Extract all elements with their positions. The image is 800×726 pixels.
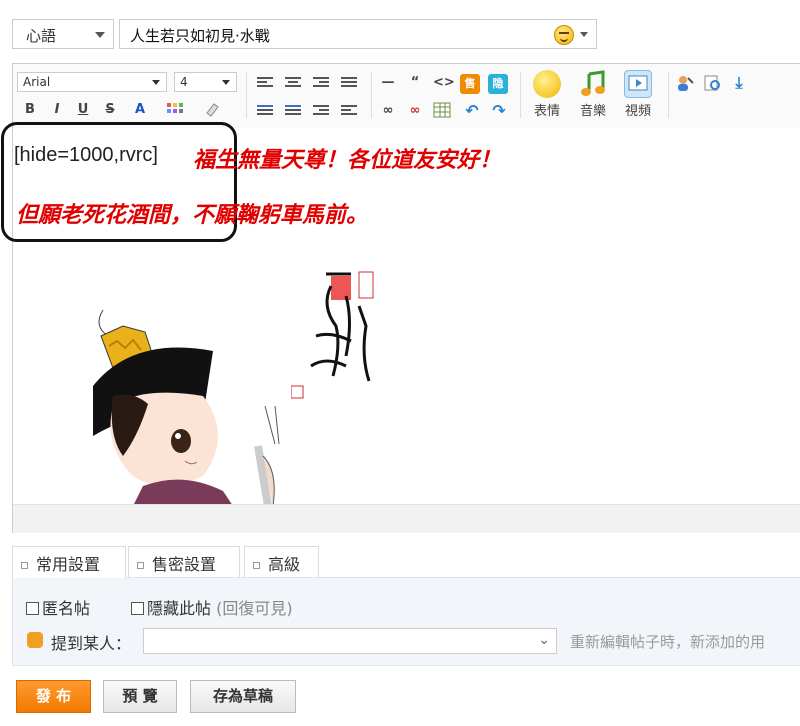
music-button[interactable]: 音樂 [573,70,613,119]
table-icon[interactable] [433,102,451,120]
category-select-label: 心語 [26,27,57,45]
editor-content[interactable]: [hide=1000,rvrc] 福生無量天尊！各位道友安好！ 但願老死花酒間，… [1,122,800,506]
tab-dot-icon [21,562,28,569]
category-select[interactable]: 心語 [12,19,114,49]
font-color-button[interactable]: A [131,101,149,119]
tab-dot-icon [253,562,260,569]
greeting-line: 福生無量天尊！各位道友安好！ [193,148,502,173]
ordered-list-icon[interactable] [257,105,273,119]
chevron-down-icon [152,80,160,85]
calligraphy-image [291,271,374,399]
smiley-icon[interactable] [554,25,574,45]
quote-icon[interactable]: “ [406,74,424,92]
mention-label: 提到某人： [51,634,132,653]
anonymous-label: 匿名帖 [42,599,91,618]
emoticon-label: 表情 [533,104,560,119]
tab-sell-settings[interactable]: 售密設置 [128,546,240,577]
anonymous-checkbox[interactable]: 匿名帖 [26,595,90,619]
horizontal-rule-icon[interactable]: — [379,74,397,92]
mention-input[interactable]: ⌄ [143,628,557,654]
checkbox-box[interactable] [26,602,39,615]
unlink-icon[interactable]: ∞ [406,102,424,120]
align-justify-icon[interactable] [341,77,357,91]
poem-line: 但願老死花酒間，不願鞠躬車馬前。 [16,203,369,228]
hide-icon[interactable]: 隐 [488,74,508,94]
download-icon[interactable]: ⤓ [730,74,748,92]
link-icon[interactable]: ∞ [379,102,397,120]
checkbox-box[interactable] [131,602,144,615]
strikethrough-button[interactable]: S [101,101,119,119]
users-icon[interactable] [676,74,694,92]
music-label: 音樂 [579,104,606,119]
font-size-select[interactable]: 4 [174,72,237,92]
chevron-down-icon [222,80,230,85]
chevron-down-icon [95,32,105,38]
background-color-icon[interactable] [163,101,187,119]
hide-post-label: 隱藏此帖 [147,599,212,618]
video-icon [624,70,652,98]
align-right-icon[interactable] [313,77,329,91]
tab-label: 高級 [268,555,301,574]
title-input-value: 人生若只如初見·水戰 [130,27,270,45]
emoticon-button[interactable]: 表情 [527,70,567,119]
tab-advanced[interactable]: 高級 [244,546,319,577]
hide-post-checkbox[interactable]: 隱藏此帖 (回復可見) [131,595,293,619]
settings-panel: 匿名帖 隱藏此帖 (回復可見) 提到某人： ⌄ 重新編輯帖子時，新添加的用 [12,577,800,666]
publish-button[interactable]: 發 布 [16,680,91,713]
video-label: 視頻 [624,104,651,119]
save-draft-button[interactable]: 存為草稿 [190,680,296,713]
tab-label: 售密設置 [152,555,217,574]
tab-label: 常用設置 [36,555,101,574]
tab-common-settings[interactable]: 常用設置 [12,546,126,578]
tools-icon[interactable] [703,74,721,92]
toolbar-divider [668,72,669,118]
toolbar-divider [246,72,247,118]
bold-button[interactable]: B [21,101,39,119]
eraser-icon[interactable] [203,101,221,119]
settings-tabs: 常用設置 售密設置 高級 [12,546,800,578]
smiley-icon [533,70,561,98]
rich-text-editor: Arial 4 B I U S A — “ <> 售 隐 ∞ ∞ ↶ ↷ 表情 … [1,63,800,533]
video-button[interactable]: 視頻 [618,70,658,119]
sell-icon[interactable]: 售 [460,74,480,94]
font-family-select[interactable]: Arial [17,72,167,92]
underline-button[interactable]: U [74,101,92,119]
align-center-icon[interactable] [285,77,301,91]
toolbar-divider [520,72,521,118]
mention-icon [27,632,43,648]
font-size-value: 4 [180,75,188,89]
toolbar-divider [371,72,372,118]
mention-hint: 重新編輯帖子時，新添加的用 [570,633,766,651]
preview-button[interactable]: 預 覽 [103,680,177,713]
title-input[interactable]: 人生若只如初見·水戰 [119,19,597,49]
redo-icon[interactable]: ↷ [490,102,508,120]
music-note-icon [579,70,607,98]
chevron-down-icon[interactable] [580,32,588,37]
editor-toolbar: Arial 4 B I U S A — “ <> 售 隐 ∞ ∞ ↶ ↷ 表情 … [13,64,800,129]
indent-icon[interactable] [313,105,329,119]
editor-resize-bar[interactable] [13,504,800,533]
font-family-value: Arial [23,75,51,89]
tab-dot-icon [137,562,144,569]
hide-tag-text: [hide=1000,rvrc] [14,144,158,166]
hide-post-hint: (回復可見) [216,599,293,618]
cartoon-character-image [93,309,280,506]
align-left-icon[interactable] [257,77,273,91]
undo-icon[interactable]: ↶ [463,102,481,120]
unordered-list-icon[interactable] [285,105,301,119]
outdent-icon[interactable] [341,105,357,119]
double-chevron-down-icon[interactable]: ⌄ [538,632,550,648]
italic-button[interactable]: I [48,101,66,119]
code-icon[interactable]: <> [433,74,455,92]
